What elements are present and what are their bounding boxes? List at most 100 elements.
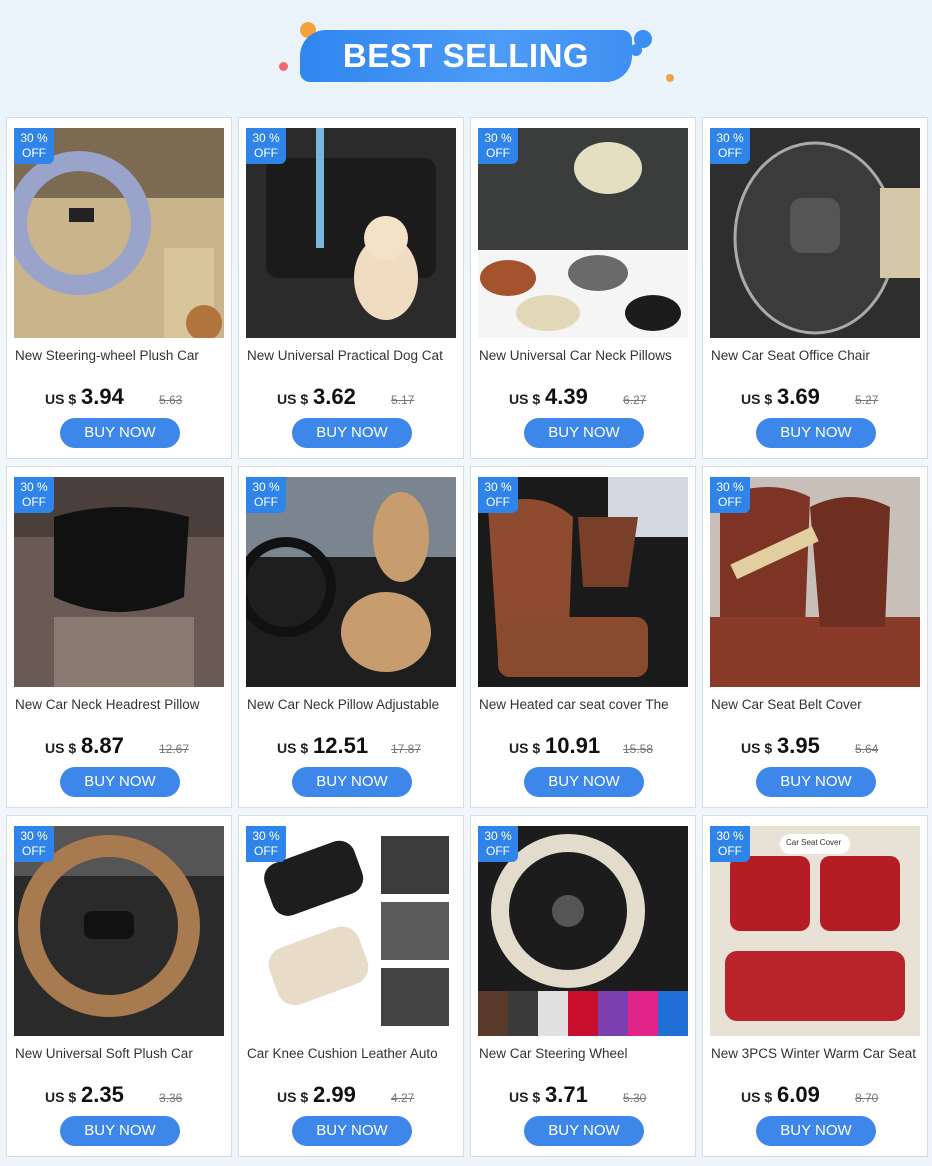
product-title[interactable]: New Car Steering Wheel [479, 1046, 691, 1064]
original-price: 12.67 [159, 742, 190, 756]
original-price: 5.27 [855, 393, 879, 407]
price-row: US $ 12.51 17.87 [239, 733, 465, 761]
product-card[interactable]: 30 % OFF New Universal Car Neck Pillows … [470, 117, 696, 459]
original-price: 4.27 [391, 1091, 415, 1105]
price-row: US $ 3.71 5.30 [471, 1082, 697, 1110]
neck-back-pillow-image[interactable]: 30 % OFF [246, 477, 456, 687]
product-card[interactable]: Car Seat Cover 30 % OFF New 3PCS Winter … [702, 815, 928, 1157]
buy-now-button[interactable]: BUY NOW [292, 1116, 412, 1146]
steering-wheel-cover-image[interactable]: 30 % OFF [14, 128, 224, 338]
original-price: 3.36 [159, 1091, 183, 1105]
currency-label: US $ [277, 1089, 309, 1105]
best-selling-header: BEST SELLING [0, 0, 932, 110]
decor-dot-icon [666, 74, 674, 82]
product-title[interactable]: New Car Neck Pillow Adjustable [247, 697, 459, 715]
product-card[interactable]: 30 % OFF New Car Seat Office Chair US $ … [702, 117, 928, 459]
product-title[interactable]: Car Knee Cushion Leather Auto [247, 1046, 459, 1064]
sale-price: 3.95 [777, 733, 820, 758]
product-card[interactable]: 30 % OFF New Car Seat Belt Cover US $ 3.… [702, 466, 928, 808]
product-title[interactable]: New Universal Practical Dog Cat [247, 348, 459, 366]
sale-price: 6.09 [777, 1082, 820, 1107]
product-card[interactable]: 30 % OFF New Universal Practical Dog Cat… [238, 117, 464, 459]
sale-price: 4.39 [545, 384, 588, 409]
headrest-pillow-image[interactable]: 30 % OFF [14, 477, 224, 687]
product-card[interactable]: 30 % OFF New Car Steering Wheel US $ 3.7… [470, 815, 696, 1157]
price-row: US $ 10.91 15.58 [471, 733, 697, 761]
product-title[interactable]: New Universal Car Neck Pillows [479, 348, 691, 366]
sale-price: 10.91 [545, 733, 601, 758]
buy-now-button[interactable]: BUY NOW [292, 418, 412, 448]
discount-badge: 30 % OFF [14, 128, 54, 164]
currency-label: US $ [45, 391, 77, 407]
buy-now-button[interactable]: BUY NOW [756, 767, 876, 797]
buy-now-button[interactable]: BUY NOW [292, 767, 412, 797]
product-title[interactable]: New 3PCS Winter Warm Car Seat [711, 1046, 923, 1064]
buy-now-button[interactable]: BUY NOW [60, 418, 180, 448]
sale-price: 3.71 [545, 1082, 588, 1107]
decor-dot-icon [279, 62, 288, 71]
original-price: 15.58 [623, 742, 654, 756]
original-price: 5.64 [855, 742, 879, 756]
discount-badge: 30 % OFF [710, 477, 750, 513]
product-title[interactable]: New Universal Soft Plush Car [15, 1046, 227, 1064]
product-title[interactable]: New Car Neck Headrest Pillow [15, 697, 227, 715]
buy-now-button[interactable]: BUY NOW [524, 767, 644, 797]
discount-off: OFF [718, 844, 742, 858]
photo-caption: Car Seat Cover [786, 838, 842, 847]
buy-now-button[interactable]: BUY NOW [60, 767, 180, 797]
discount-off: OFF [254, 146, 278, 160]
discount-percent: 30 % [484, 829, 512, 843]
buy-now-button[interactable]: BUY NOW [524, 1116, 644, 1146]
original-price: 17.87 [391, 742, 422, 756]
currency-label: US $ [277, 740, 309, 756]
product-card[interactable]: 30 % OFF New Car Neck Headrest Pillow US… [6, 466, 232, 808]
currency-label: US $ [509, 740, 541, 756]
currency-label: US $ [45, 740, 77, 756]
price-row: US $ 2.35 3.36 [7, 1082, 233, 1110]
discount-percent: 30 % [252, 829, 280, 843]
product-card[interactable]: 30 % OFF New Car Neck Pillow Adjustable … [238, 466, 464, 808]
buy-now-button[interactable]: BUY NOW [756, 418, 876, 448]
product-card[interactable]: 30 % OFF Car Knee Cushion Leather Auto U… [238, 815, 464, 1157]
decor-bar-icon [634, 30, 652, 48]
product-title[interactable]: New Car Seat Office Chair [711, 348, 923, 366]
product-title[interactable]: New Steering-wheel Plush Car [15, 348, 227, 366]
discount-percent: 30 % [20, 131, 48, 145]
discount-badge: 30 % OFF [710, 826, 750, 862]
plush-wheel-cover-image[interactable]: 30 % OFF [14, 826, 224, 1036]
discount-percent: 30 % [252, 480, 280, 494]
discount-percent: 30 % [484, 131, 512, 145]
discount-percent: 30 % [484, 480, 512, 494]
buy-now-button[interactable]: BUY NOW [524, 418, 644, 448]
discount-badge: 30 % OFF [246, 826, 286, 862]
knee-cushion-image[interactable]: 30 % OFF [246, 826, 456, 1036]
discount-off: OFF [718, 146, 742, 160]
price-row: US $ 3.95 5.64 [703, 733, 929, 761]
discount-percent: 30 % [20, 829, 48, 843]
product-title[interactable]: New Car Seat Belt Cover [711, 697, 923, 715]
sale-price: 2.35 [81, 1082, 124, 1107]
price-row: US $ 4.39 6.27 [471, 384, 697, 412]
lumbar-support-image[interactable]: 30 % OFF [710, 128, 920, 338]
product-card[interactable]: 30 % OFF New Steering-wheel Plush Car US… [6, 117, 232, 459]
seat-belt-cover-image[interactable]: 30 % OFF [710, 477, 920, 687]
sale-price: 8.87 [81, 733, 124, 758]
currency-label: US $ [45, 1089, 77, 1105]
currency-label: US $ [509, 391, 541, 407]
sale-price: 2.99 [313, 1082, 356, 1107]
currency-label: US $ [277, 391, 309, 407]
heated-seat-cover-image[interactable]: 30 % OFF [478, 477, 688, 687]
neck-pillow-image[interactable]: 30 % OFF [478, 128, 688, 338]
dog-seat-belt-image[interactable]: 30 % OFF [246, 128, 456, 338]
product-card[interactable]: 30 % OFF New Universal Soft Plush Car US… [6, 815, 232, 1157]
buy-now-button[interactable]: BUY NOW [60, 1116, 180, 1146]
product-card[interactable]: 30 % OFF New Heated car seat cover The U… [470, 466, 696, 808]
product-title[interactable]: New Heated car seat cover The [479, 697, 691, 715]
seat-cushion-set-image[interactable]: Car Seat Cover 30 % OFF [710, 826, 920, 1036]
sale-price: 3.69 [777, 384, 820, 409]
discount-percent: 30 % [716, 480, 744, 494]
buy-now-button[interactable]: BUY NOW [756, 1116, 876, 1146]
currency-label: US $ [741, 391, 773, 407]
discount-percent: 30 % [716, 829, 744, 843]
mesh-wheel-cover-image[interactable]: 30 % OFF [478, 826, 688, 1036]
